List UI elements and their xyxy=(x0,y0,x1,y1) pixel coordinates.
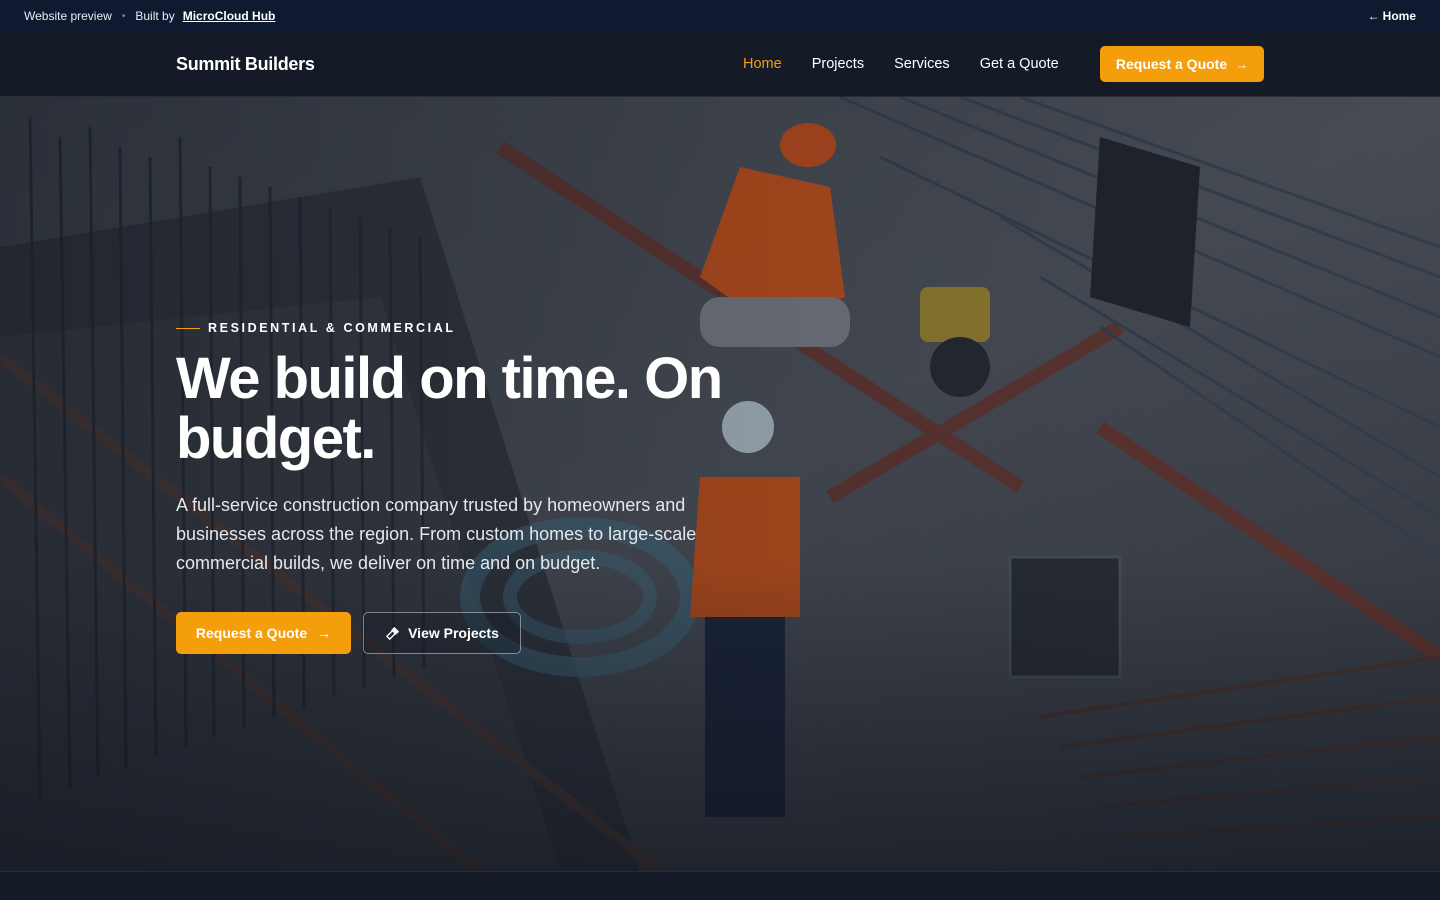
hero-request-quote-button[interactable]: Request a Quote → xyxy=(176,612,351,654)
hero-subtext: A full-service construction company trus… xyxy=(176,495,697,573)
preview-label: Website preview xyxy=(24,9,112,23)
home-link-label: Home xyxy=(1382,9,1416,23)
brand-logo[interactable]: Summit Builders xyxy=(176,32,315,96)
nav-request-quote-button[interactable]: Request a Quote → xyxy=(1100,46,1264,82)
hero-actions: Request a Quote → View Projects xyxy=(176,612,796,654)
home-link[interactable]: ← Home xyxy=(1368,0,1416,32)
built-by-label: Built by xyxy=(135,9,175,23)
builder-link[interactable]: MicroCloud Hub xyxy=(183,9,276,23)
nav-link-services[interactable]: Services xyxy=(879,56,965,72)
nav-link-projects[interactable]: Projects xyxy=(797,56,879,72)
arrow-right-icon: → xyxy=(317,625,332,641)
site-navbar: Summit Builders Home Projects Services G… xyxy=(0,32,1440,97)
nav-link-get-a-quote[interactable]: Get a Quote xyxy=(965,56,1074,72)
nav-links: Home Projects Services Get a Quote xyxy=(728,32,1074,96)
separator-dot: • xyxy=(121,10,126,22)
hero-eyebrow: RESIDENTIAL & COMMERCIAL xyxy=(176,321,796,335)
arrow-right-icon: → xyxy=(1235,56,1249,72)
nav-cta-label: Request a Quote xyxy=(1115,56,1228,72)
hero-primary-label: Request a Quote xyxy=(195,625,308,641)
eyebrow-text: RESIDENTIAL & COMMERCIAL xyxy=(208,321,456,335)
eyebrow-rule xyxy=(176,327,200,329)
preview-bar: Website preview • Built by MicroCloud Hu… xyxy=(0,0,1440,32)
hero-secondary-label: View Projects xyxy=(408,625,499,641)
next-section-edge xyxy=(0,871,1440,900)
hero-content: RESIDENTIAL & COMMERCIAL We build on tim… xyxy=(176,321,796,654)
hammer-icon xyxy=(385,626,400,641)
arrow-left-icon: ← xyxy=(1367,9,1380,23)
hero-section: RESIDENTIAL & COMMERCIAL We build on tim… xyxy=(0,97,1440,871)
nav-link-home[interactable]: Home xyxy=(728,56,797,72)
view-projects-button[interactable]: View Projects xyxy=(363,612,521,654)
hero-headline: We build on time. On budget. xyxy=(176,346,723,471)
